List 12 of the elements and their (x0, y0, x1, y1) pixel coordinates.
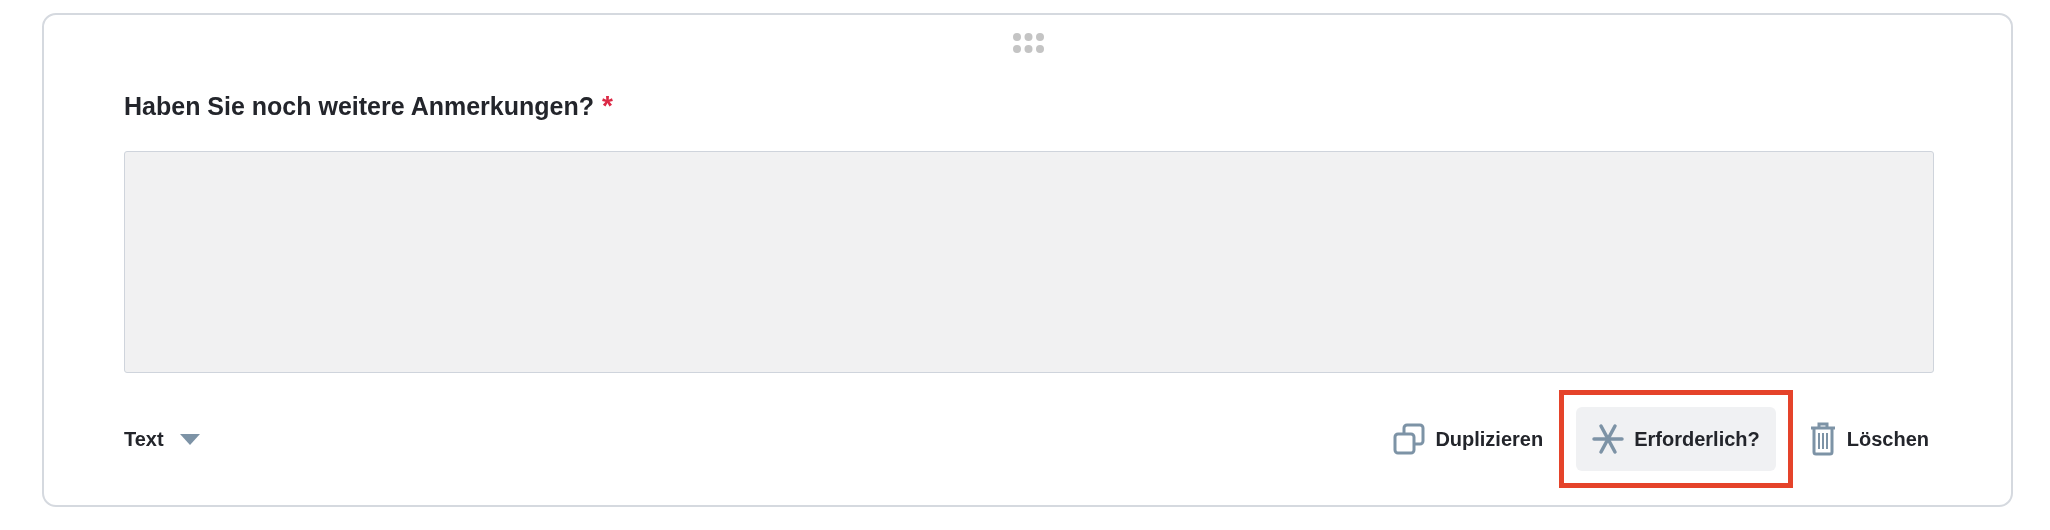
copy-icon (1393, 423, 1426, 455)
asterisk-icon (1592, 423, 1625, 455)
drag-handle-icon[interactable] (1012, 32, 1045, 54)
answer-textarea[interactable] (124, 151, 1934, 373)
duplicate-button[interactable]: Duplizieren (1389, 407, 1548, 471)
question-title: Haben Sie noch weitere Anmerkungen? (124, 91, 594, 122)
required-asterisk: * (602, 89, 613, 123)
required-button[interactable]: Erforderlich? (1576, 407, 1776, 471)
caret-icon (179, 433, 200, 445)
delete-button[interactable]: Löschen (1804, 407, 1933, 471)
type-dropdown[interactable]: Text (124, 424, 200, 454)
trash-icon (1808, 422, 1837, 456)
